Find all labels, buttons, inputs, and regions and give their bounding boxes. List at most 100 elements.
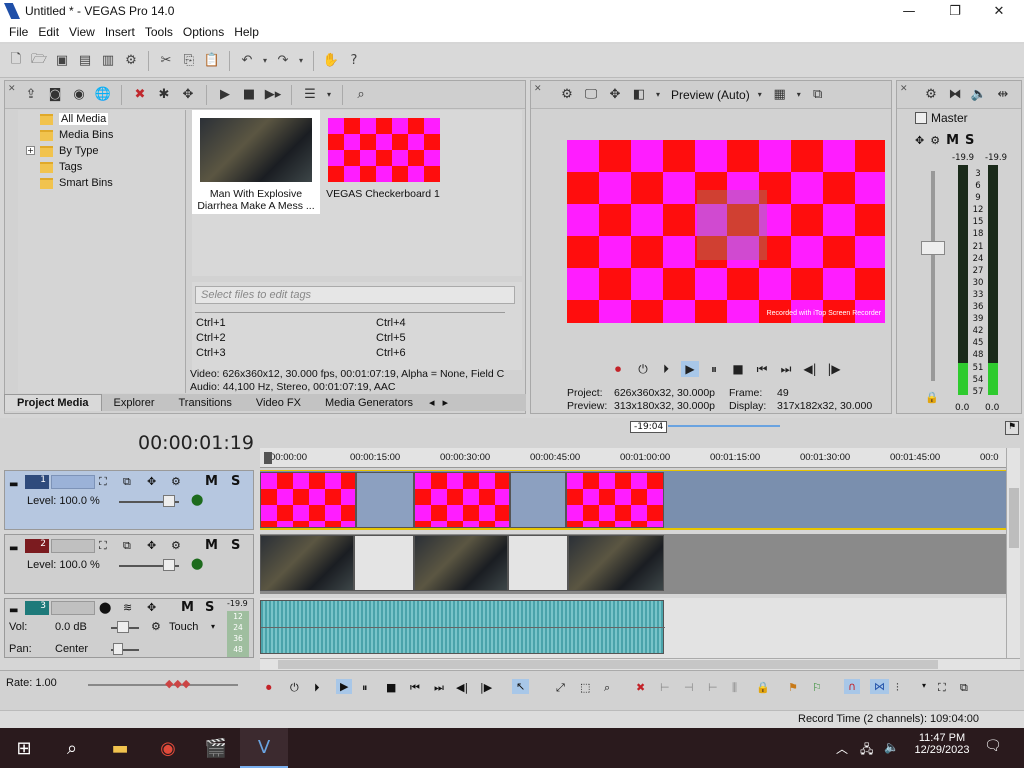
trim-start-icon[interactable]: ⊣ [684,681,694,694]
save-icon[interactable]: ▣ [52,51,72,71]
clip-checkerboard[interactable] [260,472,356,528]
clip-gap[interactable] [354,535,414,591]
track-name-field[interactable] [51,539,95,553]
track-solo-button[interactable]: S [231,474,240,489]
open-folder-icon[interactable]: 🗁 [29,51,49,71]
next-frame-icon[interactable]: |▶ [480,681,492,694]
get-media-web-icon[interactable]: ◉ [69,85,89,105]
loop-playback-icon[interactable]: ⏻ [634,361,652,377]
track-gear-icon[interactable]: ⚙ [171,475,181,488]
new-file-icon[interactable]: 🗋 [6,51,26,71]
start-button-icon[interactable]: ⊞ [0,728,48,768]
menu-insert[interactable]: Insert [100,25,140,39]
undo-dropdown-icon[interactable]: ▾ [260,51,270,71]
volume-slider-handle[interactable] [117,621,129,633]
preview-quality-dropdown-icon[interactable]: ▾ [653,85,663,105]
ignore-event-grouping-icon[interactable]: ⧉ [960,681,968,695]
menu-tools[interactable]: Tools [140,25,178,39]
capture-icon[interactable]: ◙ [45,85,65,105]
menu-file[interactable]: File [4,25,33,39]
volume-icon[interactable]: 🔈 [884,740,899,754]
automation-mode[interactable]: Touch [169,621,198,633]
tab-scroll-right-icon[interactable]: ▸ [439,396,453,409]
track-motion-icon[interactable]: ⛶ [99,475,107,489]
go-to-start-icon[interactable]: ⏮ [753,361,771,377]
composite-mode-icon[interactable]: ⬤ [191,557,203,570]
trim-end-icon[interactable]: ⊢ [708,681,718,694]
audio-clip-waveform[interactable] [260,600,665,654]
marker-flag-icon[interactable]: ⚑ [1005,421,1019,435]
track-mute-button[interactable]: M [205,474,218,489]
import-media-icon[interactable]: ⇪ [21,85,41,105]
media-fx-icon[interactable]: ✱ [154,85,174,105]
compositing-icon[interactable]: ✥ [147,475,156,488]
paste-icon[interactable]: 📋 [202,51,222,71]
cut-icon[interactable]: ✂ [156,51,176,71]
dim-output-icon[interactable]: ⇹ [993,85,1013,105]
tab-explorer[interactable]: Explorer [102,397,167,409]
tree-item-all-media[interactable]: All Media [40,111,109,127]
shortcut-ctrl2[interactable]: Ctrl+2 [196,332,226,344]
shortcut-ctrl1[interactable]: Ctrl+1 [196,317,226,329]
track-fx-icon[interactable]: ⧉ [123,539,131,553]
menu-edit[interactable]: Edit [33,25,64,39]
close-button[interactable]: ✕ [976,0,1022,22]
track-header-2[interactable]: ▬ 2 ⛶ ⧉ ✥ ⚙ M S Level: 100.0 % ⬤ [4,534,254,594]
shortcut-ctrl3[interactable]: Ctrl+3 [196,347,226,359]
insert-marker-icon[interactable]: ⚑ [788,681,798,694]
previous-frame-icon[interactable]: ◀| [456,681,468,694]
clapper-app-icon[interactable]: 🎬 [192,728,240,768]
taskbar-clock[interactable]: 11:47 PM 12/29/2023 [912,732,972,756]
preview-quality[interactable]: Preview (Auto) [671,88,750,102]
track-lane-3[interactable] [260,598,1006,658]
clip-gap[interactable] [356,472,414,528]
speaker-icon[interactable]: 🔈 [969,85,989,105]
track-mute-button[interactable]: M [205,538,218,553]
play-icon[interactable]: ▶ [215,85,235,105]
media-item-video[interactable]: Man With Explosive Diarrhea Make A Mess … [192,110,320,214]
external-monitor-icon[interactable]: 🖵 [581,85,601,105]
panel-close-icon[interactable]: ✕ [8,84,16,94]
auto-preview-icon[interactable]: ▶▸ [263,85,283,105]
plugin-icon[interactable]: ✥ [178,85,198,105]
quality-dropdown-icon[interactable]: ▾ [754,85,766,105]
mixer-properties-icon[interactable]: ⚙ [921,85,941,105]
automation-dropdown-icon[interactable]: ▾ [211,622,215,631]
preview-frame[interactable]: Recorded with iTop Screen Recorder [567,140,885,323]
lock-envelopes-icon[interactable]: 🔒 [756,681,770,694]
vertical-scrollbar[interactable] [1006,448,1020,658]
menu-help[interactable]: Help [229,25,264,39]
vegas-taskbar-icon[interactable]: V [240,728,288,768]
overlays-grid-icon[interactable]: ▦ [770,85,790,105]
minimize-button[interactable]: — [886,0,932,22]
panel-close-icon[interactable]: ✕ [900,84,908,94]
stop-icon[interactable]: ■ [386,681,396,694]
trim-icon[interactable]: ⊢ [660,681,670,694]
clip-video[interactable] [260,535,354,591]
track-motion-icon[interactable]: ⛶ [99,539,107,553]
render-icon[interactable]: ▥ [98,51,118,71]
split-screen-icon[interactable]: ✥ [605,85,625,105]
expand-by-type-icon[interactable]: + [26,146,35,155]
downmix-icon[interactable]: ⧓ [945,85,965,105]
tag-input[interactable]: Select files to edit tags [195,286,515,304]
remove-media-icon[interactable]: ✖ [130,85,150,105]
level-slider-handle[interactable] [163,495,175,507]
tab-media-generators[interactable]: Media Generators [313,397,425,409]
cursor-marker[interactable] [264,452,272,464]
master-fx-icon[interactable]: ✥ [915,134,924,147]
shortcut-ctrl4[interactable]: Ctrl+4 [376,317,406,329]
notifications-icon[interactable]: 🗨 [984,738,1002,754]
level-slider-handle[interactable] [163,559,175,571]
video-fx-icon[interactable]: ◧ [629,85,649,105]
track-fx-icon[interactable]: ≋ [123,601,132,614]
tree-item-by-type[interactable]: By Type [40,143,99,159]
master-fader-handle[interactable] [921,241,945,255]
clip-video[interactable] [568,535,664,591]
show-hidden-icons-icon[interactable]: ︿ [836,740,848,757]
rate-slider-icon[interactable]: ◆◆◆ [165,677,190,690]
media-item-checkerboard[interactable]: VEGAS Checkerboard 1 [324,110,442,214]
split-icon[interactable]: ⫼ [732,681,737,695]
composite-mode-icon[interactable]: ⬤ [191,493,203,506]
next-frame-icon[interactable]: |▶ [825,361,843,377]
